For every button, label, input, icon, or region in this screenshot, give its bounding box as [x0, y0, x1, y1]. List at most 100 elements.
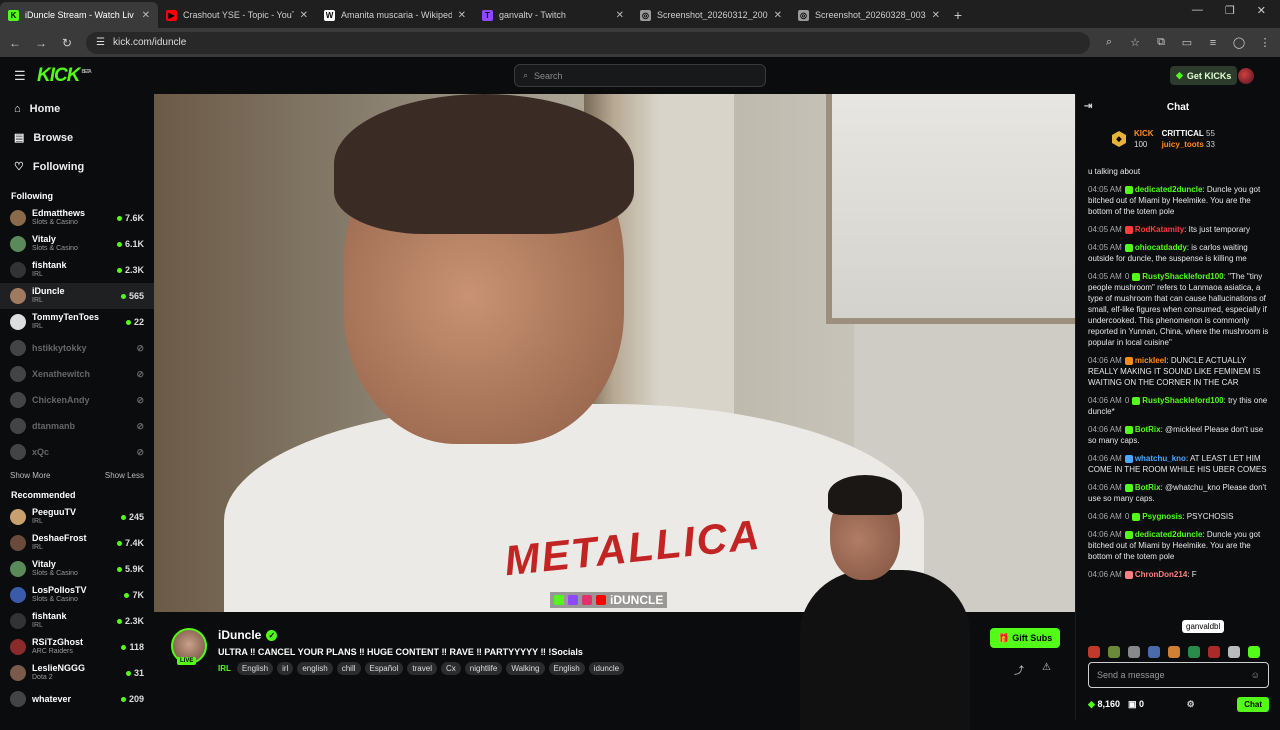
tab-close-icon[interactable]: ✕: [142, 10, 150, 21]
emote-icon[interactable]: [1088, 646, 1100, 658]
emote-icon[interactable]: [1208, 646, 1220, 658]
message-username[interactable]: mickleel: [1135, 356, 1167, 365]
sidebar-channel[interactable]: Xenathewitch ⊘: [0, 361, 154, 387]
message-username[interactable]: BotRix: [1135, 425, 1161, 434]
chat-settings-icon[interactable]: ⚙: [1187, 699, 1195, 710]
hamburger-menu-icon[interactable]: ☰: [14, 68, 30, 84]
sidebar-channel[interactable]: hstikkytokky ⊘: [0, 335, 154, 361]
maximize-icon[interactable]: ❐: [1225, 4, 1235, 17]
stream-tag[interactable]: nightlife: [464, 662, 503, 675]
stream-tag[interactable]: irl: [277, 662, 294, 675]
sidebar-channel[interactable]: PeeguuTV IRL 245: [0, 504, 154, 530]
reload-icon[interactable]: ↻: [60, 36, 74, 50]
stream-tag[interactable]: travel: [407, 662, 437, 675]
show-less-button[interactable]: Show Less: [105, 471, 144, 480]
emote-icon[interactable]: [1108, 646, 1120, 658]
sidebar-channel[interactable]: Vitaly Slots & Casino 5.9K: [0, 556, 154, 582]
message-username[interactable]: Psygnosis: [1142, 512, 1182, 521]
browser-tab[interactable]: Tganvaltv - Twitch ✕: [474, 2, 632, 28]
extensions-icon[interactable]: ⧉: [1154, 36, 1168, 49]
emote-icon[interactable]: [1188, 646, 1200, 658]
show-more-button[interactable]: Show More: [10, 471, 50, 480]
close-window-icon[interactable]: ✕: [1257, 4, 1266, 17]
url-field[interactable]: ☰ kick.com/iduncle: [86, 31, 1090, 54]
get-kicks-button[interactable]: ◆ Get KICKs: [1170, 66, 1238, 85]
sidebar-channel[interactable]: Vitaly Slots & Casino 6.1K: [0, 231, 154, 257]
message-username[interactable]: RodKatamity: [1135, 225, 1184, 234]
message-username[interactable]: BotRix: [1135, 483, 1161, 492]
chat-leaderboard[interactable]: ◆ KICK 100 CRITTICAL 55 juicy_toots 33: [1076, 120, 1280, 158]
emote-icon[interactable]: [1168, 646, 1180, 658]
search-input[interactable]: ⌕ Search: [514, 64, 766, 87]
message-username[interactable]: dedicated2duncle: [1135, 185, 1203, 194]
emote-icon[interactable]: [1148, 646, 1160, 658]
emote-icon[interactable]: [1128, 646, 1140, 658]
sidebar-channel[interactable]: dtanmanb ⊘: [0, 413, 154, 439]
sidebar-channel[interactable]: whatever 209: [0, 686, 154, 712]
tab-close-icon[interactable]: ✕: [616, 10, 624, 21]
share-icon[interactable]: ⤴: [1014, 662, 1024, 677]
stream-category[interactable]: IRL: [218, 664, 231, 673]
sidebar-nav-browse[interactable]: ▤ Browse: [0, 123, 154, 152]
send-message-input[interactable]: Send a message ☺: [1088, 662, 1269, 688]
collapse-chat-icon[interactable]: ⇥: [1084, 101, 1092, 112]
stream-tag[interactable]: Walking: [506, 662, 545, 675]
message-username[interactable]: whatchu_kno: [1135, 454, 1186, 463]
sidebar-nav-home[interactable]: ⌂ Home: [0, 94, 154, 123]
message-username[interactable]: ChronDon214: [1135, 570, 1187, 579]
profile-icon[interactable]: ◯: [1232, 36, 1246, 49]
emote-icon[interactable]: [1228, 646, 1240, 658]
emote-icon[interactable]: [1248, 646, 1260, 658]
tab-close-icon[interactable]: ✕: [300, 10, 308, 21]
sidebar-channel[interactable]: LeslieNGGG Dota 2 31: [0, 660, 154, 686]
sidebar-channel[interactable]: xQc ⊘: [0, 439, 154, 465]
leaderboard-entry[interactable]: juicy_toots 33: [1162, 140, 1215, 149]
new-tab-icon[interactable]: +: [948, 2, 968, 28]
sidebar-channel[interactable]: RSiTzGhost ARC Raiders 118: [0, 634, 154, 660]
zoom-icon[interactable]: ⌕: [1102, 36, 1116, 49]
sidebar-channel[interactable]: DeshaeFrost IRL 7.4K: [0, 530, 154, 556]
leaderboard-entry[interactable]: CRITTICAL 55: [1162, 129, 1215, 138]
tab-close-icon[interactable]: ✕: [774, 10, 782, 21]
sidebar-channel[interactable]: ChickenAndy ⊘: [0, 387, 154, 413]
browser-tab[interactable]: ▶ Crashout YSE - Topic - YouTube ✕: [158, 2, 316, 28]
report-icon[interactable]: ⚠: [1042, 662, 1051, 673]
sidebar-channel[interactable]: LosPollosTV Slots & Casino 7K: [0, 582, 154, 608]
tab-close-icon[interactable]: ✕: [932, 10, 940, 21]
user-avatar[interactable]: [1238, 68, 1254, 84]
bookmark-star-icon[interactable]: ☆: [1128, 36, 1142, 49]
browser-tab[interactable]: ◎ Screenshot_20260328_003457... ✕: [790, 2, 948, 28]
forward-icon[interactable]: →: [34, 36, 48, 50]
stream-tag[interactable]: iduncle: [588, 662, 625, 675]
sidebar-channel[interactable]: fishtank IRL 2.3K: [0, 257, 154, 283]
points-balance[interactable]: ▣ 0: [1128, 699, 1144, 710]
sidebar-nav-following[interactable]: ♡ Following: [0, 152, 154, 181]
chat-send-button[interactable]: Chat: [1237, 696, 1269, 712]
emoji-icon[interactable]: ☺: [1251, 670, 1260, 680]
stream-tag[interactable]: chill: [336, 662, 361, 675]
browser-tab[interactable]: W Amanita muscaria - Wikipedia ✕: [316, 2, 474, 28]
sidebar-channel[interactable]: Edmatthews Slots & Casino 7.6K: [0, 205, 154, 231]
stream-tag[interactable]: Español: [364, 662, 404, 675]
cast-icon[interactable]: ▭: [1180, 36, 1194, 49]
minimize-icon[interactable]: —: [1192, 4, 1203, 17]
stream-tag[interactable]: Cx: [440, 662, 461, 675]
stream-tag[interactable]: English: [548, 662, 585, 675]
browser-tab[interactable]: ◎ Screenshot_20260312_200537... ✕: [632, 2, 790, 28]
kick-logo[interactable]: KICK BETA: [37, 65, 92, 87]
sidebar-channel[interactable]: iDuncle IRL 565: [0, 283, 154, 309]
media-icon[interactable]: ≡: [1206, 37, 1220, 49]
back-icon[interactable]: ←: [8, 36, 22, 50]
site-info-icon[interactable]: ☰: [96, 37, 105, 48]
message-username[interactable]: RustyShackleford100: [1142, 396, 1223, 405]
message-username[interactable]: RustyShackleford100: [1142, 272, 1223, 281]
stream-tag[interactable]: English: [236, 662, 274, 675]
chat-messages[interactable]: u talking about 04:05 AM dedicated2duncle…: [1076, 166, 1280, 646]
message-username[interactable]: dedicated2duncle: [1135, 530, 1203, 539]
sidebar-channel[interactable]: TommyTenToes IRL 22: [0, 309, 154, 335]
message-username[interactable]: ohiocatdaddy: [1135, 243, 1187, 252]
browser-tab[interactable]: KiDuncle Stream - Watch Liv ✕: [0, 2, 158, 28]
menu-kebab-icon[interactable]: ⋮: [1258, 36, 1272, 49]
streamer-name[interactable]: iDuncle ✓: [218, 628, 278, 642]
stream-tag[interactable]: english: [297, 662, 333, 675]
